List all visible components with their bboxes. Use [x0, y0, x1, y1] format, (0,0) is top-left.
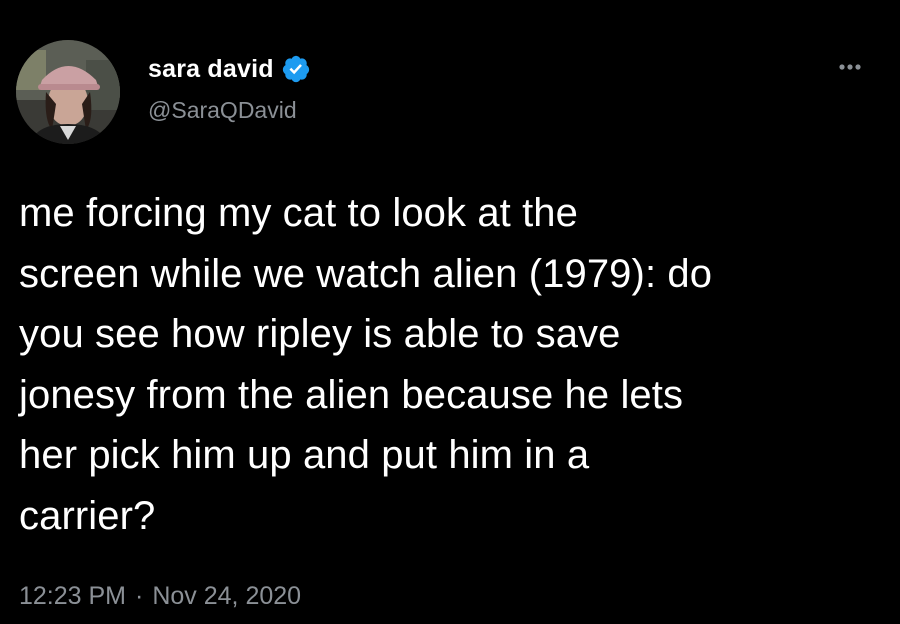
profile-photo [16, 40, 120, 144]
tweet-card: sara david @SaraQDavid me forcing my cat… [0, 0, 900, 624]
tweet-text-line: me forcing my cat to look at the [19, 191, 579, 235]
display-name[interactable]: sara david [148, 55, 274, 84]
tweet-text-line: her pick him up and put him in a [19, 433, 590, 477]
tweet-text-line: jonesy from the alien because he lets [19, 372, 684, 417]
tweet-text: me forcing my cat to look at the screen … [19, 183, 879, 546]
tweet-timestamp: 12:23 PM · Nov 24, 2020 [19, 582, 301, 611]
tweet-text-line: screen while we watch alien (1979): do [19, 251, 713, 296]
separator: · [135, 582, 144, 610]
tweet-date[interactable]: Nov 24, 2020 [152, 582, 301, 611]
avatar[interactable] [16, 40, 120, 144]
verified-badge-icon [281, 54, 311, 84]
tweet-text-line: carrier? [19, 493, 156, 538]
author-handle[interactable]: @SaraQDavid [148, 97, 297, 124]
tweet-time[interactable]: 12:23 PM [19, 582, 126, 611]
more-options-icon[interactable] [834, 57, 874, 77]
author-name-row: sara david [148, 52, 311, 86]
tweet-text-line: you see how ripley is able to save [19, 312, 621, 356]
